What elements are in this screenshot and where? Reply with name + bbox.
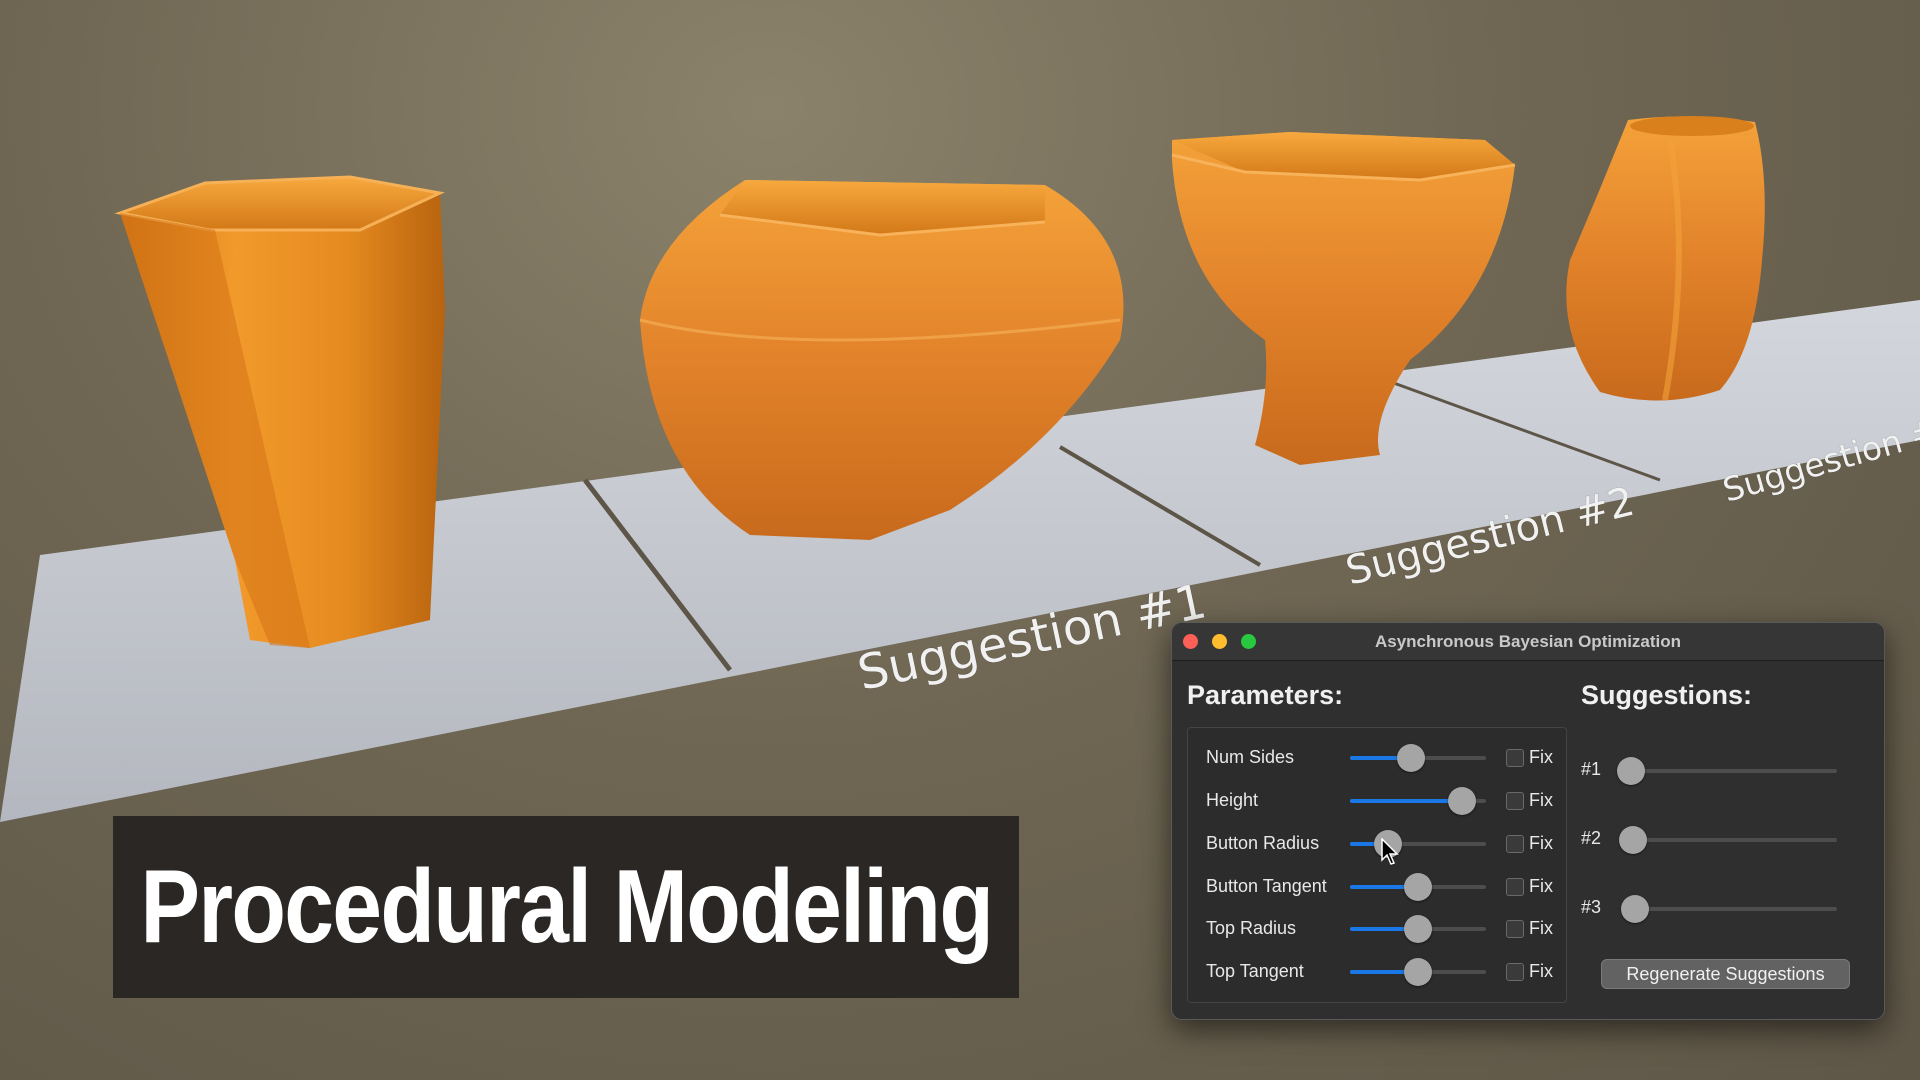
title-banner: Procedural Modeling	[113, 816, 1019, 998]
suggestion-label: #3	[1581, 897, 1602, 917]
param-label: Top Radius	[1206, 918, 1297, 938]
button-tangent-slider[interactable]	[1350, 873, 1486, 901]
suggestion-3-slider[interactable]	[1621, 895, 1837, 923]
top-radius-fix-checkbox[interactable]	[1506, 920, 1524, 938]
param-row-height: Height Fix	[1188, 785, 1566, 815]
param-row-top-radius: Top Radius Fix	[1188, 913, 1566, 943]
slider-thumb[interactable]	[1404, 958, 1432, 986]
num-sides-slider[interactable]	[1350, 744, 1486, 772]
height-fix-checkbox[interactable]	[1506, 792, 1524, 810]
top-tangent-fix-checkbox[interactable]	[1506, 963, 1524, 981]
param-label: Top Tangent	[1206, 961, 1304, 981]
param-row-num-sides: Num Sides Fix	[1188, 742, 1566, 772]
button-tangent-fix-checkbox[interactable]	[1506, 878, 1524, 896]
slider-thumb[interactable]	[1617, 757, 1645, 785]
fix-label: Fix	[1529, 961, 1553, 981]
fix-label: Fix	[1529, 833, 1553, 853]
parameters-heading: Parameters:	[1187, 680, 1344, 710]
title-text: Procedural Modeling	[140, 848, 994, 965]
suggestion-1-slider[interactable]	[1617, 757, 1837, 785]
slider-thumb[interactable]	[1397, 744, 1426, 772]
fix-label: Fix	[1529, 918, 1553, 938]
regenerate-suggestions-button[interactable]: Regenerate Suggestions	[1601, 959, 1850, 989]
suggestion-row-2: #2	[1581, 824, 1851, 854]
param-label: Num Sides	[1206, 747, 1295, 767]
slider-thumb[interactable]	[1619, 826, 1648, 854]
fix-label: Fix	[1529, 790, 1553, 810]
button-radius-slider[interactable]	[1350, 830, 1486, 858]
slider-thumb[interactable]	[1404, 915, 1432, 943]
height-slider[interactable]	[1350, 787, 1486, 815]
slider-thumb[interactable]	[1447, 787, 1476, 815]
param-row-button-tangent: Button Tangent Fix	[1188, 871, 1566, 901]
suggestion-label: #2	[1581, 828, 1602, 848]
param-row-top-tangent: Top Tangent Fix	[1188, 956, 1566, 986]
suggestion-label: #1	[1581, 759, 1602, 779]
suggestion-row-1: #1	[1581, 755, 1851, 785]
top-radius-slider[interactable]	[1350, 915, 1486, 943]
suggestion-row-3: #3	[1581, 893, 1851, 923]
param-label: Button Tangent	[1206, 876, 1327, 896]
param-row-button-radius: Button Radius Fix	[1188, 828, 1566, 858]
button-radius-fix-checkbox[interactable]	[1506, 835, 1524, 853]
window-titlebar[interactable]: Asynchronous Bayesian Optimization	[1172, 623, 1884, 661]
suggestions-heading: Suggestions:	[1581, 680, 1753, 710]
optimization-window: Asynchronous Bayesian Optimization Param…	[1171, 622, 1885, 1020]
top-tangent-slider[interactable]	[1350, 958, 1486, 986]
parameters-panel: Num Sides Fix Height Fix Button Radius F…	[1187, 727, 1567, 1003]
slider-thumb[interactable]	[1404, 873, 1432, 901]
param-label: Button Radius	[1206, 833, 1320, 853]
mouse-cursor-icon	[1381, 838, 1399, 865]
fix-label: Fix	[1529, 747, 1553, 767]
slider-thumb[interactable]	[1621, 895, 1650, 923]
fix-label: Fix	[1529, 876, 1553, 896]
vase-suggestion-3	[1566, 116, 1765, 401]
suggestion-2-slider[interactable]	[1619, 826, 1837, 854]
param-label: Height	[1206, 790, 1259, 810]
num-sides-fix-checkbox[interactable]	[1506, 749, 1524, 767]
window-title: Asynchronous Bayesian Optimization	[1374, 632, 1682, 651]
